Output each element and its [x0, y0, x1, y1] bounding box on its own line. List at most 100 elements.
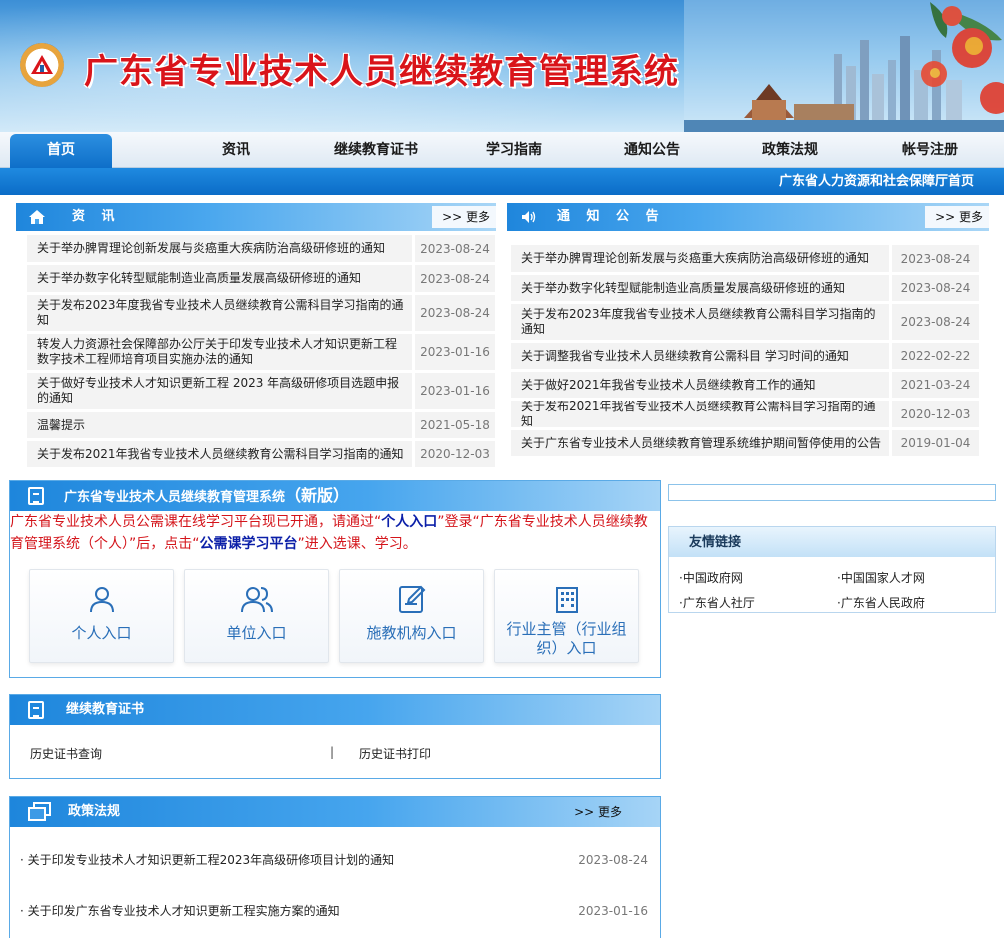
banner-skyline-image — [684, 0, 1004, 132]
news-title[interactable]: 温馨提示 — [27, 412, 412, 438]
new-system-title: 广东省专业技术人员继续教育管理系统（新版） — [64, 486, 350, 505]
nav-study-guide[interactable]: 学习指南 — [470, 132, 558, 168]
new-system-notice: 广东省专业技术人员公需课在线学习平台现已开通，请通过“个人入口”登录“广东省专业… — [10, 514, 648, 552]
speaker-icon — [522, 211, 536, 223]
notice-row[interactable]: 关于做好2021年我省专业技术人员继续教育工作的通知 2021-03-24 — [511, 372, 979, 398]
certificate-title: 继续教育证书 — [66, 702, 145, 717]
news-row[interactable]: 关于发布2021年我省专业技术人员继续教育公需科目学习指南的通知 2020-12… — [27, 441, 495, 467]
entry-label: 个人入口 — [71, 624, 132, 642]
news-panel-title: 资 讯 — [72, 209, 121, 224]
notice-row[interactable]: 关于调整我省专业技术人员继续教育公需科目 学习时间的通知 2022-02-22 — [511, 343, 979, 369]
link-gov-cn[interactable]: ·中国政府网 — [679, 569, 743, 586]
notice-date: 2021-03-24 — [892, 372, 979, 398]
notice-title[interactable]: 关于举办脾胃理论创新发展与炎癌重大疾病防治高级研修班的通知 — [511, 245, 889, 272]
news-row[interactable]: 转发人力资源社会保障部办公厅关于印发专业技术人才知识更新工程数字技术工程师培育项… — [27, 334, 495, 370]
news-date: 2023-01-16 — [415, 373, 495, 409]
news-row[interactable]: 温馨提示 2021-05-18 — [27, 412, 495, 438]
nav-register[interactable]: 帐号注册 — [886, 132, 974, 168]
news-list: 关于举办脾胃理论创新发展与炎癌重大疾病防治高级研修班的通知 2023-08-24… — [27, 235, 495, 467]
news-row[interactable]: 关于做好专业技术人才知识更新工程 2023 年高级研修项目选题申报的通知 202… — [27, 373, 495, 409]
friend-links-box: 友情链接 ·中国政府网 ·中国国家人才网 ·广东省人社厅 ·广东省人民政府 — [668, 526, 996, 613]
notice-row[interactable]: 关于举办脾胃理论创新发展与炎癌重大疾病防治高级研修班的通知 2023-08-24 — [511, 245, 979, 272]
person-icon — [89, 587, 114, 613]
notice-title[interactable]: 关于发布2021年我省专业技术人员继续教育公需科目学习指南的通知 — [511, 401, 889, 427]
nav-home[interactable]: 首页 — [10, 134, 112, 168]
group-icon — [240, 587, 273, 613]
policy-row[interactable]: · 关于印发广东省专业技术人才知识更新工程实施方案的通知 2023-01-16 — [20, 901, 648, 921]
link-separator: | — [330, 745, 335, 759]
news-row[interactable]: 关于发布2023年度我省专业技术人员继续教育公需科目学习指南的通知 2023-0… — [27, 295, 495, 331]
certificate-print-link[interactable]: 历史证书打印 — [359, 745, 431, 762]
policy-more-link[interactable]: >> 更多 — [564, 801, 660, 823]
page: 广东省专业技术人员继续教育管理系统 首页 资讯 继续教育证书 学习指南 通知公告… — [0, 0, 1004, 938]
notice-date: 2023-08-24 — [892, 304, 979, 340]
notice-title[interactable]: 关于举办数字化转型赋能制造业高质量发展高级研修班的通知 — [511, 275, 889, 301]
news-title[interactable]: 关于举办脾胃理论创新发展与炎癌重大疾病防治高级研修班的通知 — [27, 235, 412, 262]
sub-bar: 广东省人力资源和社会保障厅首页 — [0, 168, 1004, 195]
news-title[interactable]: 关于发布2023年度我省专业技术人员继续教育公需科目学习指南的通知 — [27, 295, 412, 331]
news-date: 2023-08-24 — [415, 235, 495, 262]
notices-panel-header: 通 知 公 告 >> 更多 — [507, 203, 989, 231]
document-icon — [28, 487, 44, 505]
news-title[interactable]: 关于做好专业技术人才知识更新工程 2023 年高级研修项目选题申报的通知 — [27, 373, 412, 409]
notice-title[interactable]: 关于做好2021年我省专业技术人员继续教育工作的通知 — [511, 372, 889, 398]
empty-box — [668, 484, 996, 501]
public-course-platform-highlight: 公需课学习平台 — [199, 536, 298, 552]
news-title[interactable]: 关于举办数字化转型赋能制造业高质量发展高级研修班的通知 — [27, 265, 412, 292]
nav-notices[interactable]: 通知公告 — [608, 132, 696, 168]
hrss-home-link[interactable]: 广东省人力资源和社会保障厅首页 — [779, 168, 974, 195]
notice-row[interactable]: 关于发布2021年我省专业技术人员继续教育公需科目学习指南的通知 2020-12… — [511, 401, 979, 427]
news-date: 2021-05-18 — [415, 412, 495, 438]
news-panel-header: 资 讯 >> 更多 — [16, 203, 496, 231]
home-icon — [29, 210, 45, 224]
entry-label: 施教机构入口 — [366, 624, 457, 642]
site-logo — [20, 43, 64, 87]
notice-row[interactable]: 关于发布2023年度我省专业技术人员继续教育公需科目学习指南的通知 2023-0… — [511, 304, 979, 340]
news-title[interactable]: 关于发布2021年我省专业技术人员继续教育公需科目学习指南的通知 — [27, 441, 412, 467]
policy-item-title[interactable]: · 关于印发广东省专业技术人才知识更新工程实施方案的通知 — [20, 901, 340, 921]
news-row[interactable]: 关于举办数字化转型赋能制造业高质量发展高级研修班的通知 2023-08-24 — [27, 265, 495, 292]
document-icon — [28, 701, 44, 719]
header-banner: 广东省专业技术人员继续教育管理系统 — [0, 0, 1004, 132]
policy-row[interactable]: · 关于印发专业技术人才知识更新工程2023年高级研修项目计划的通知 2023-… — [20, 850, 648, 870]
unit-entry-button[interactable]: 单位入口 — [184, 569, 329, 663]
building-icon — [555, 587, 578, 613]
policy-title: 政策法规 — [68, 804, 121, 819]
personal-entry-button[interactable]: 个人入口 — [29, 569, 174, 663]
nav-policy[interactable]: 政策法规 — [746, 132, 834, 168]
friend-links-title: 友情链接 — [689, 535, 742, 550]
windows-icon — [28, 802, 51, 821]
policy-item-date: 2023-08-24 — [578, 853, 648, 867]
notice-date: 2023-08-24 — [892, 245, 979, 272]
link-national-talent[interactable]: ·中国国家人才网 — [837, 569, 925, 586]
certificate-query-link[interactable]: 历史证书查询 — [30, 745, 102, 762]
news-row[interactable]: 关于举办脾胃理论创新发展与炎癌重大疾病防治高级研修班的通知 2023-08-24 — [27, 235, 495, 262]
news-date: 2023-01-16 — [415, 334, 495, 370]
news-date: 2023-08-24 — [415, 265, 495, 292]
news-title[interactable]: 转发人力资源社会保障部办公厅关于印发专业技术人才知识更新工程数字技术工程师培育项… — [27, 334, 412, 370]
link-gd-gov[interactable]: ·广东省人民政府 — [837, 594, 925, 611]
entry-label: 单位入口 — [226, 624, 287, 642]
nav-certificate[interactable]: 继续教育证书 — [320, 132, 432, 168]
industry-authority-entry-button[interactable]: 行业主管（行业组织）入口 — [494, 569, 639, 663]
policy-item-date: 2023-01-16 — [578, 904, 648, 918]
policy-item-title[interactable]: · 关于印发专业技术人才知识更新工程2023年高级研修项目计划的通知 — [20, 850, 394, 870]
institution-entry-button[interactable]: 施教机构入口 — [339, 569, 484, 663]
notice-row[interactable]: 关于举办数字化转型赋能制造业高质量发展高级研修班的通知 2023-08-24 — [511, 275, 979, 301]
notices-more-link[interactable]: >> 更多 — [925, 206, 989, 228]
notice-title[interactable]: 关于广东省专业技术人员继续教育管理系统维护期间暂停使用的公告 — [511, 430, 889, 456]
notices-list: 关于举办脾胃理论创新发展与炎癌重大疾病防治高级研修班的通知 2023-08-24… — [511, 245, 979, 457]
news-date: 2023-08-24 — [415, 295, 495, 331]
certificate-box: 继续教育证书 历史证书查询 | 历史证书打印 — [9, 694, 661, 779]
news-more-link[interactable]: >> 更多 — [432, 206, 496, 228]
site-title: 广东省专业技术人员继续教育管理系统 — [84, 52, 679, 92]
policy-header: 政策法规 >> 更多 — [10, 797, 660, 827]
notice-title[interactable]: 关于发布2023年度我省专业技术人员继续教育公需科目学习指南的通知 — [511, 304, 889, 340]
link-gd-hrss[interactable]: ·广东省人社厅 — [679, 594, 755, 611]
notice-row[interactable]: 关于广东省专业技术人员继续教育管理系统维护期间暂停使用的公告 2019-01-0… — [511, 430, 979, 456]
notice-title[interactable]: 关于调整我省专业技术人员继续教育公需科目 学习时间的通知 — [511, 343, 889, 369]
nav-news[interactable]: 资讯 — [200, 132, 272, 168]
friend-links-header: 友情链接 — [669, 527, 995, 557]
notices-panel-title: 通 知 公 告 — [557, 209, 665, 224]
new-system-header: 广东省专业技术人员继续教育管理系统（新版） — [10, 481, 660, 511]
